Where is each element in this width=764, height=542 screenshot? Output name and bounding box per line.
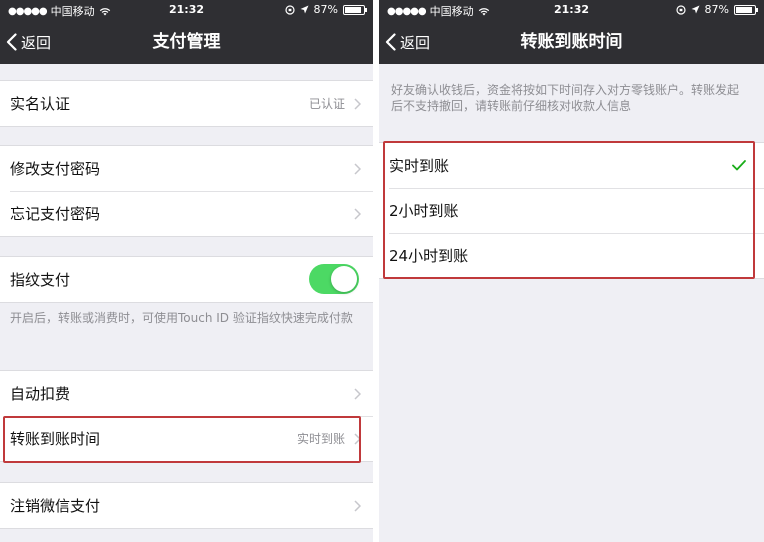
location-icon — [300, 5, 309, 14]
chevron-right-icon — [354, 432, 361, 445]
realname-status: 已认证 — [308, 97, 345, 111]
chevron-left-icon — [385, 33, 396, 51]
back-button[interactable]: 返回 — [6, 20, 51, 64]
cancel-wechat-pay-row[interactable]: 注销微信支付 — [0, 483, 373, 528]
battery-icon — [343, 4, 367, 15]
option-label: 实时到账 — [389, 157, 450, 175]
forgot-password-row[interactable]: 忘记支付密码 — [0, 191, 373, 236]
transfer-options-group: 实时到账 2小时到账 24小时到账 — [379, 142, 764, 279]
option-label: 24小时到账 — [389, 247, 469, 265]
back-label: 返回 — [21, 33, 52, 52]
navigation-bar: 返回 转账到账时间 — [379, 20, 764, 64]
option-realtime[interactable]: 实时到账 — [379, 143, 764, 188]
realname-label: 实名认证 — [10, 95, 71, 113]
auto-deduct-label: 自动扣费 — [10, 385, 71, 403]
location-icon — [691, 5, 700, 14]
orientation-lock-icon — [675, 4, 686, 15]
forgot-password-label: 忘记支付密码 — [10, 205, 101, 223]
auto-deduct-row[interactable]: 自动扣费 — [0, 371, 373, 416]
battery-percent: 87% — [313, 3, 338, 16]
transfer-group: 自动扣费 转账到账时间 实时到账 — [0, 370, 373, 462]
option-label: 2小时到账 — [389, 202, 459, 220]
password-group: 修改支付密码 忘记支付密码 — [0, 145, 373, 237]
chevron-right-icon — [354, 162, 361, 175]
transfer-time-label: 转账到账时间 — [10, 430, 101, 448]
fingerprint-toggle[interactable] — [309, 264, 359, 294]
change-password-row[interactable]: 修改支付密码 — [0, 146, 373, 191]
transfer-time-note: 好友确认收钱后，资金将按如下时间存入对方零钱账户。转账发起后不支持撤回，请转账前… — [391, 83, 740, 113]
fingerprint-row: 指纹支付 — [0, 257, 373, 302]
cancel-group: 注销微信支付 — [0, 482, 373, 529]
page-title: 转账到账时间 — [520, 32, 623, 52]
battery-percent: 87% — [704, 3, 729, 16]
option-2-hours[interactable]: 2小时到账 — [379, 188, 764, 233]
back-label: 返回 — [400, 33, 431, 52]
fingerprint-label: 指纹支付 — [10, 271, 71, 289]
chevron-right-icon — [354, 387, 361, 400]
transfer-time-row[interactable]: 转账到账时间 实时到账 — [0, 416, 373, 461]
transfer-time-value: 实时到账 — [296, 432, 345, 446]
change-password-label: 修改支付密码 — [10, 160, 101, 178]
back-button[interactable]: 返回 — [385, 20, 430, 64]
checkmark-icon — [732, 159, 746, 170]
toggle-knob — [331, 266, 357, 292]
realname-row[interactable]: 实名认证 已认证 — [0, 81, 373, 126]
chevron-left-icon — [6, 33, 17, 51]
transfer-time-screen: ●●●●● 中国移动 21:32 87% 返回 转账到账时间 好友确认收钱后，资… — [379, 0, 764, 542]
status-bar: ●●●●● 中国移动 21:32 87% — [0, 0, 373, 20]
cancel-wechat-pay-label: 注销微信支付 — [10, 497, 101, 515]
chevron-right-icon — [354, 207, 361, 220]
orientation-lock-icon — [284, 4, 295, 15]
page-title: 支付管理 — [152, 32, 221, 52]
battery-icon — [734, 4, 758, 15]
payment-management-screen: ●●●●● 中国移动 21:32 87% 返回 支付管理 实名认证 已认证 修改… — [0, 0, 373, 542]
chevron-right-icon — [354, 97, 361, 110]
navigation-bar: 返回 支付管理 — [0, 20, 373, 64]
status-bar: ●●●●● 中国移动 21:32 87% — [379, 0, 764, 20]
option-24-hours[interactable]: 24小时到账 — [379, 233, 764, 278]
fingerprint-note: 开启后，转账或消费时，可使用Touch ID 验证指纹快速完成付款 — [10, 311, 353, 325]
fingerprint-group: 指纹支付 — [0, 256, 373, 303]
chevron-right-icon — [354, 499, 361, 512]
realname-group: 实名认证 已认证 — [0, 80, 373, 127]
